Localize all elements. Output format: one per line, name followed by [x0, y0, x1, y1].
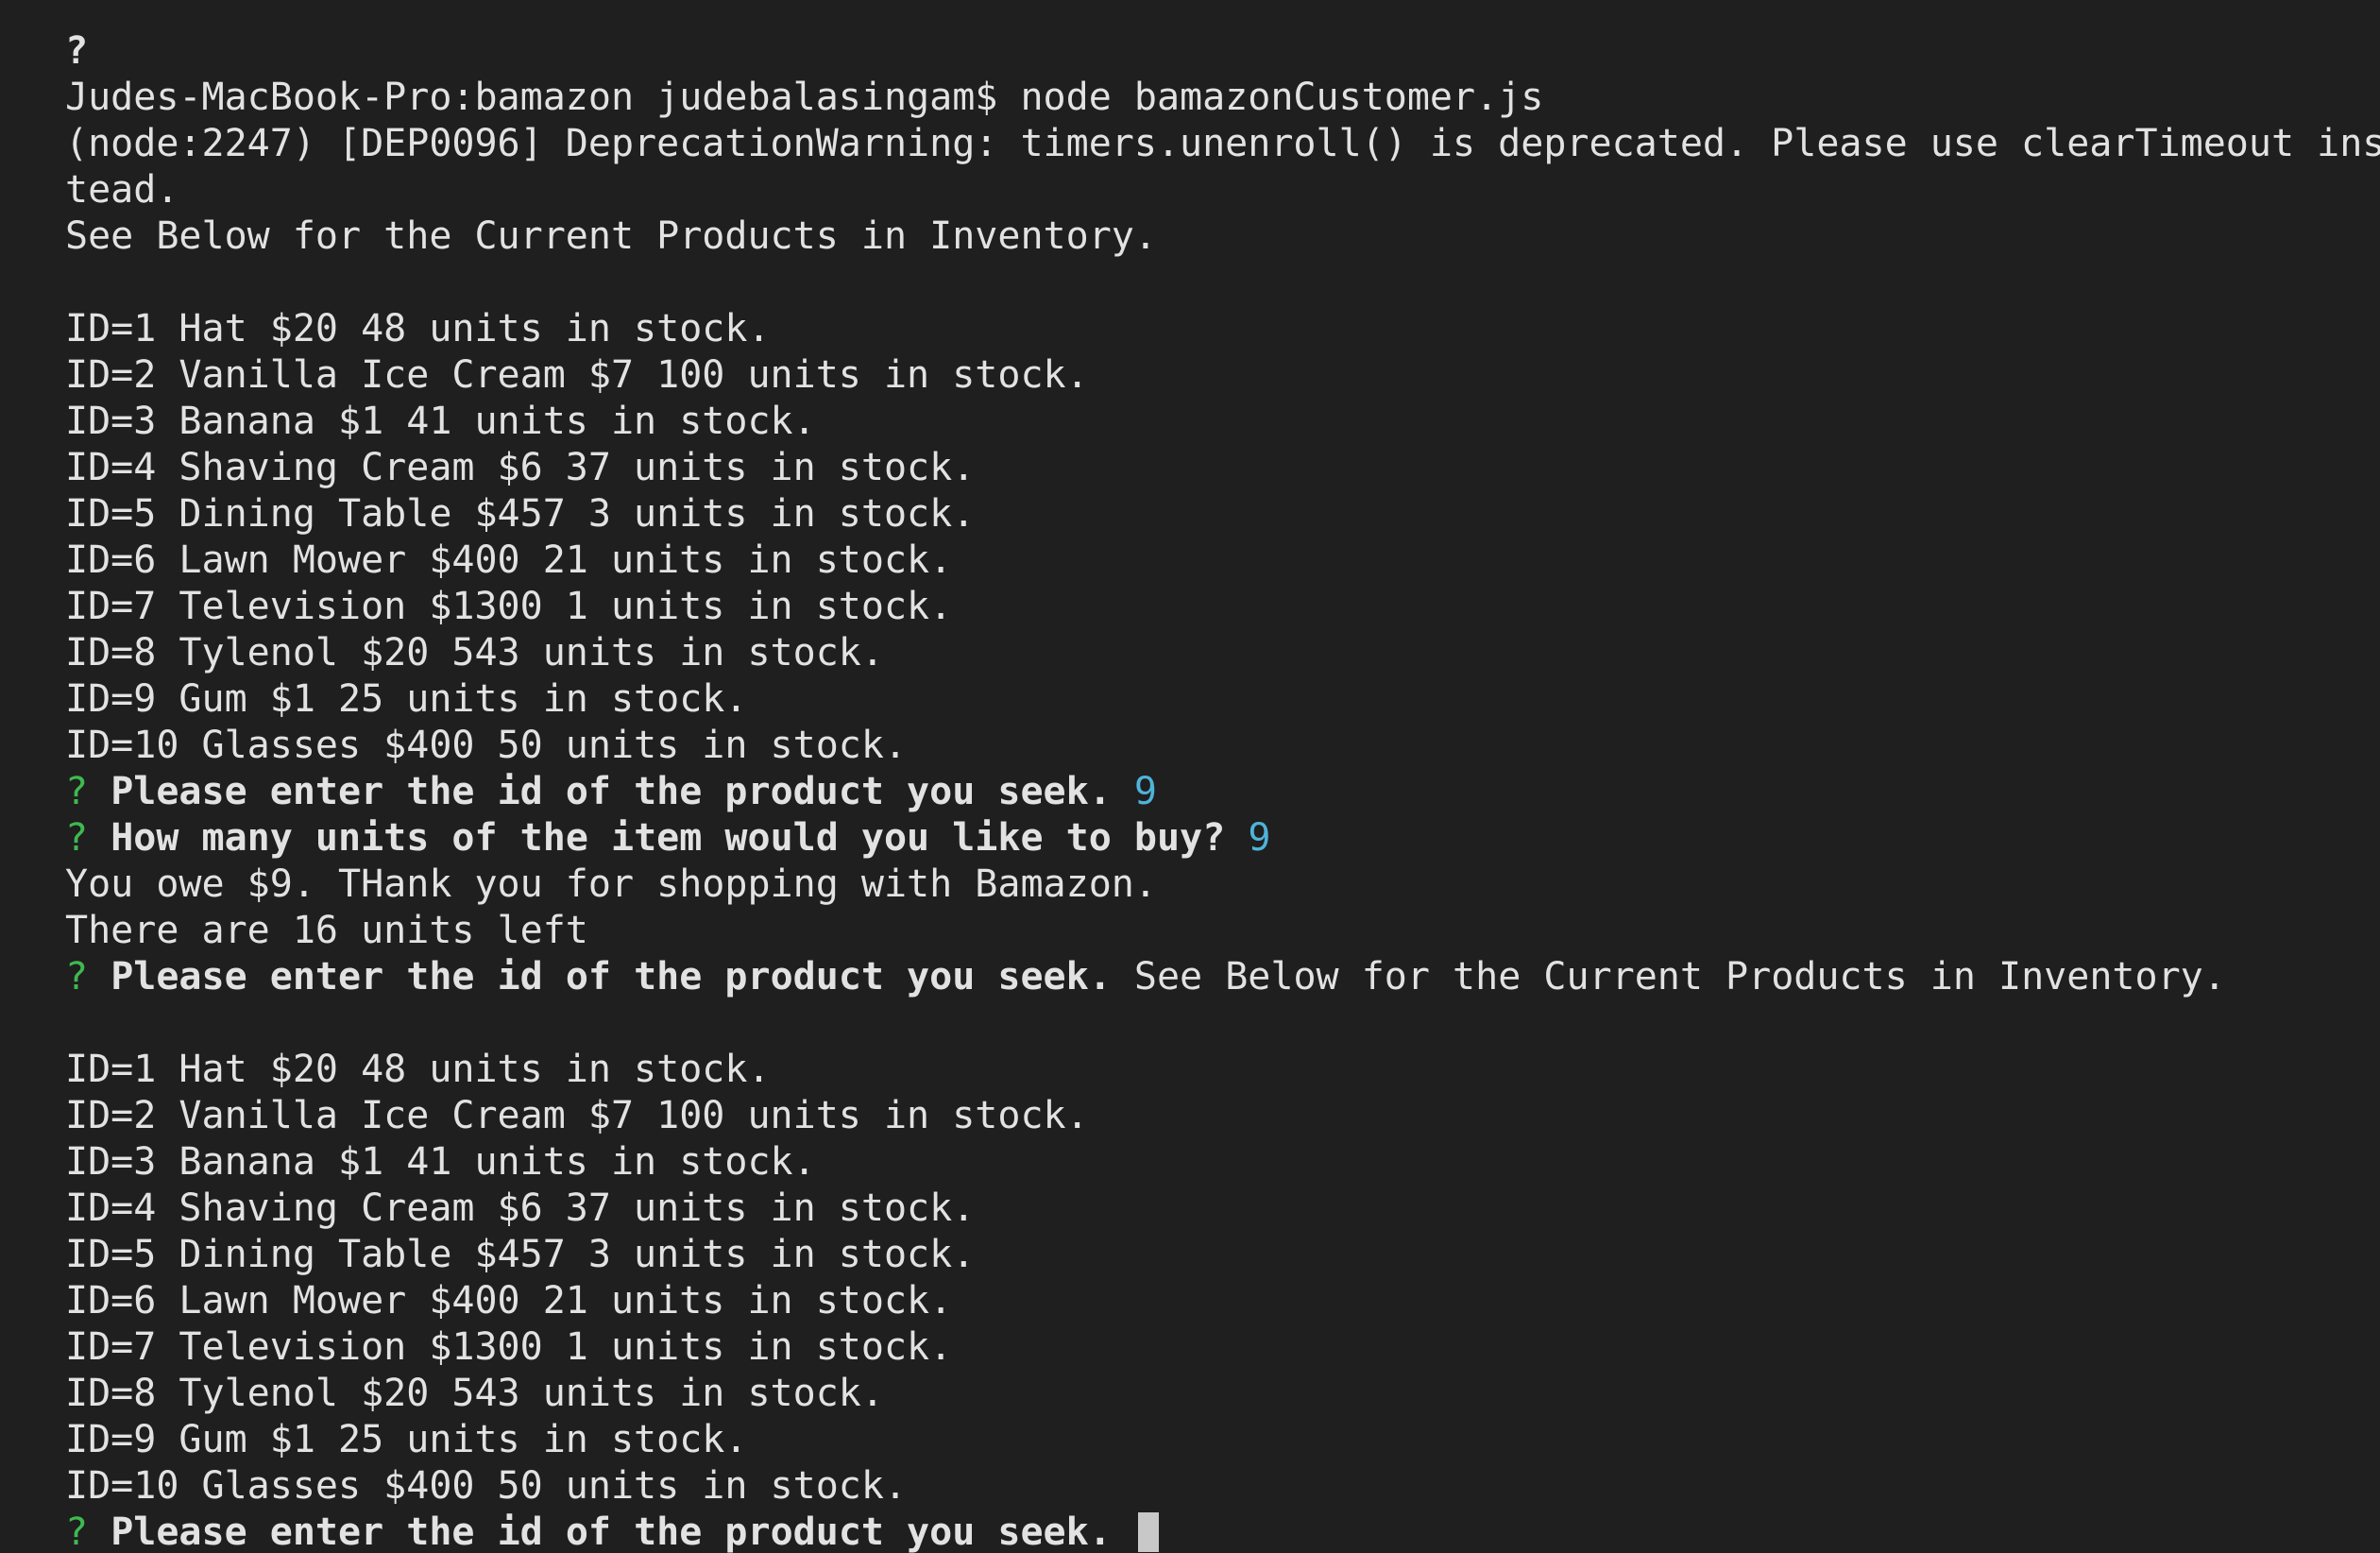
output-line: ID=9 Gum $1 25 units in stock.	[65, 677, 748, 721]
text-cursor[interactable]	[1137, 1512, 1159, 1552]
output-line: ID=8 Tylenol $20 543 units in stock.	[65, 1372, 884, 1415]
output-line: ID=5 Dining Table $457 3 units in stock.	[65, 1233, 976, 1276]
output-line: ID=4 Shaving Cream $6 37 units in stock.	[65, 1186, 976, 1230]
output-line: ID=1 Hat $20 48 units in stock.	[65, 1048, 771, 1091]
prompt-marker: ?	[65, 770, 89, 813]
output-line: ?	[65, 29, 89, 73]
output-line: ID=10 Glasses $400 50 units in stock.	[65, 724, 908, 767]
prompt-marker: ?	[65, 816, 89, 860]
output-line: ID=6 Lawn Mower $400 21 units in stock.	[65, 538, 953, 582]
prompt-marker: ?	[65, 955, 89, 998]
prompt-line: ? Please enter the id of the product you…	[65, 954, 2380, 1000]
output-line: ID=5 Dining Table $457 3 units in stock.	[65, 492, 976, 536]
output-line: tead.	[65, 168, 179, 212]
output-line: ID=2 Vanilla Ice Cream $7 100 units in s…	[65, 1094, 1089, 1137]
output-line: ID=9 Gum $1 25 units in stock.	[65, 1418, 748, 1461]
prompt-line: ? How many units of the item would you l…	[65, 815, 2380, 862]
output-line: ID=3 Banana $1 41 units in stock.	[65, 1140, 816, 1184]
output-line: You owe $9. THank you for shopping with …	[65, 862, 1157, 906]
output-line: ID=4 Shaving Cream $6 37 units in stock.	[65, 446, 976, 489]
output-line: ID=1 Hat $20 48 units in stock.	[65, 307, 771, 350]
prompt-answer: 9	[1248, 816, 1271, 860]
output-line: See Below for the Current Products in In…	[65, 214, 1157, 258]
output-line: ID=7 Television $1300 1 units in stock.	[65, 585, 953, 628]
prompt-marker: ?	[65, 1510, 89, 1553]
output-line: ID=6 Lawn Mower $400 21 units in stock.	[65, 1279, 953, 1323]
terminal-window[interactable]: ? Judes-MacBook-Pro:bamazon judebalasinga…	[0, 0, 2380, 1553]
prompt-question: Please enter the id of the product you s…	[110, 955, 1112, 998]
output-line: There are 16 units left	[65, 909, 588, 952]
prompt-line: ? Please enter the id of the product you…	[65, 1510, 2380, 1553]
prompt-question: How many units of the item would you lik…	[110, 816, 1226, 860]
output-line: ID=8 Tylenol $20 543 units in stock.	[65, 631, 884, 674]
output-text: See Below for the Current Products in In…	[1133, 955, 2226, 998]
prompt-answer: 9	[1133, 770, 1157, 813]
output-line: ID=3 Banana $1 41 units in stock.	[65, 400, 816, 443]
output-line: ID=2 Vanilla Ice Cream $7 100 units in s…	[65, 353, 1089, 397]
output-line: ID=7 Television $1300 1 units in stock.	[65, 1325, 953, 1369]
output-line: Judes-MacBook-Pro:bamazon judebalasingam…	[65, 76, 1544, 119]
output-line: (node:2247) [DEP0096] DeprecationWarning…	[65, 122, 2380, 165]
prompt-question: Please enter the id of the product you s…	[110, 770, 1112, 813]
prompt-question: Please enter the id of the product you s…	[110, 1510, 1112, 1553]
prompt-line: ? Please enter the id of the product you…	[65, 769, 2380, 815]
output-line: ID=10 Glasses $400 50 units in stock.	[65, 1464, 908, 1508]
